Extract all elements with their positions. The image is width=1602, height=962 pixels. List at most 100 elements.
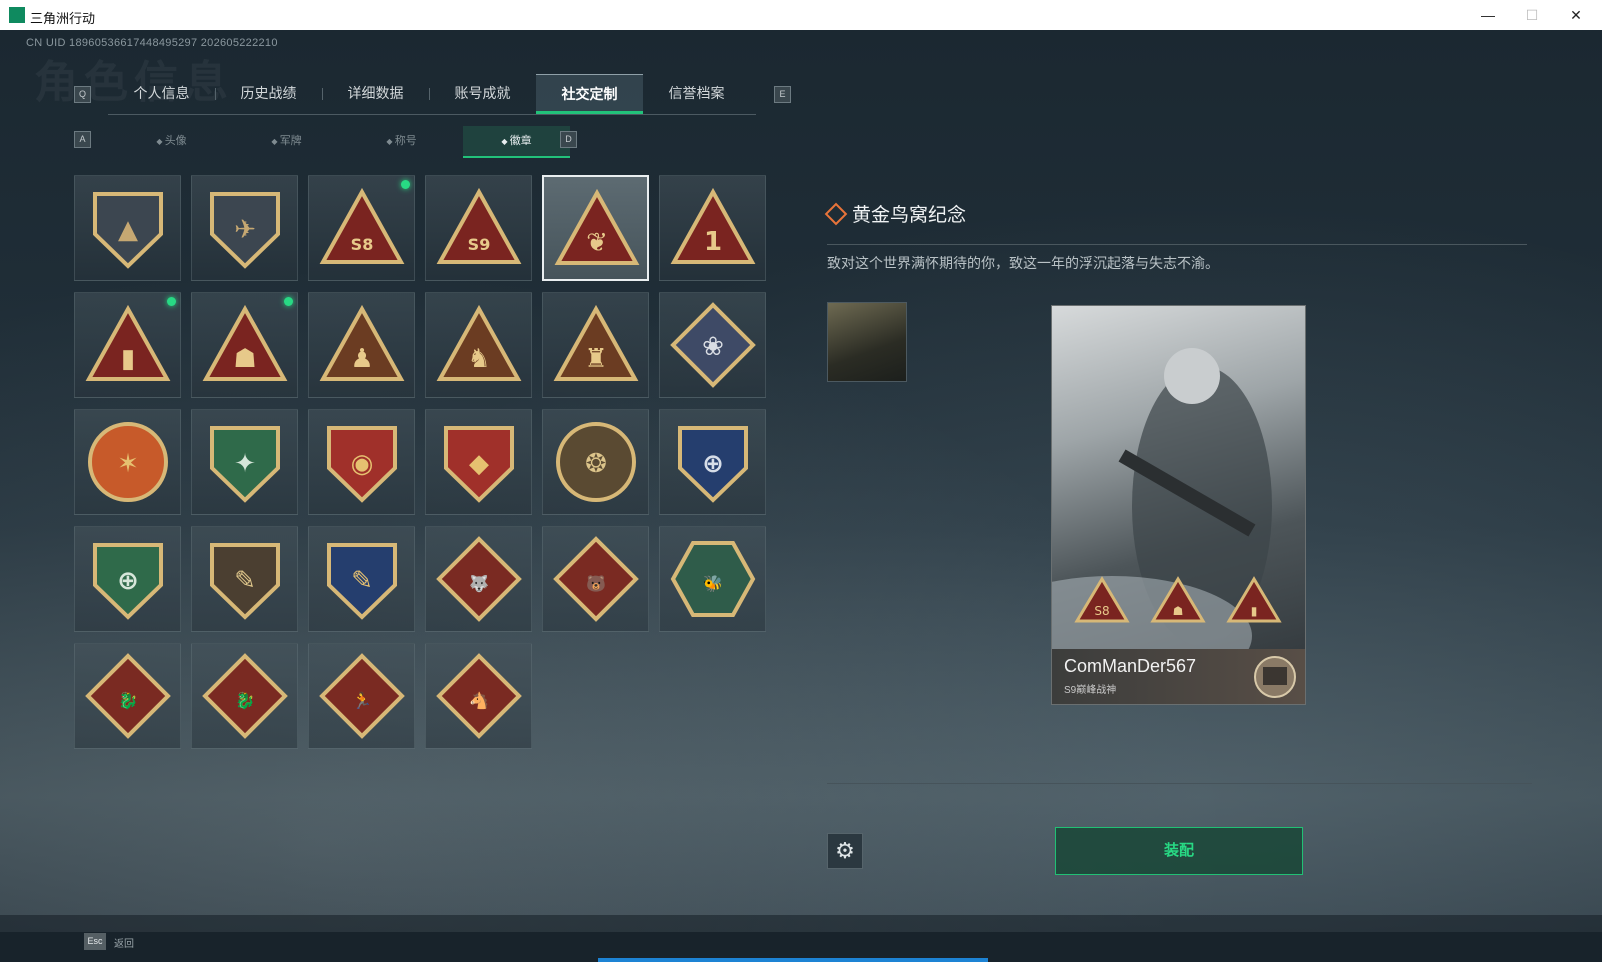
card-nameplate: ComManDer567 S9巅峰战神 — [1052, 649, 1305, 704]
badge-emblem-icon: ◆ — [444, 426, 514, 503]
badge-emblem-icon: 🏃 — [319, 653, 405, 739]
badge-emblem-icon: S8 — [319, 187, 405, 264]
badge-detail-title: 黄金鸟窝纪念 — [852, 205, 967, 226]
loading-progress-bar — [598, 958, 988, 962]
minimize-button[interactable]: — — [1466, 0, 1510, 30]
close-button[interactable]: ✕ — [1554, 0, 1598, 30]
badge-emblem-icon: 🐻 — [553, 536, 639, 622]
badge-slot[interactable]: ✎ — [308, 526, 415, 632]
badge-slot[interactable]: 🐴 — [425, 643, 532, 749]
badge-glyph: 🐉 — [235, 691, 255, 710]
badge-slot[interactable]: ❦ — [542, 175, 649, 281]
badge-slot[interactable]: ✶ — [74, 409, 181, 515]
badge-slot[interactable]: ♞ — [425, 292, 532, 398]
badge-emblem-icon: ✎ — [210, 543, 280, 620]
subtab-prev-key[interactable]: A — [74, 131, 91, 148]
card-badge-glyph: S8 — [1094, 604, 1109, 618]
badge-slot[interactable]: 🐉 — [191, 643, 298, 749]
tab-4[interactable]: 社交定制 — [536, 74, 643, 114]
badge-slot[interactable]: 🐉 — [74, 643, 181, 749]
window-title: 三角洲行动 — [30, 11, 96, 26]
badge-emblem-icon: 🐉 — [202, 653, 288, 739]
subtab-2[interactable]: ◆ 称号 — [348, 126, 455, 156]
badge-slot[interactable]: ☗ — [191, 292, 298, 398]
badge-glyph: ▲ — [118, 215, 138, 245]
badge-glyph: ⊕ — [702, 449, 724, 479]
badge-slot[interactable]: 🐝 — [659, 526, 766, 632]
badge-slot[interactable]: ♟ — [308, 292, 415, 398]
badge-glyph: ❂ — [585, 449, 607, 479]
badge-emblem-icon: ▮ — [85, 304, 171, 381]
badge-slot[interactable]: ⊕ — [659, 409, 766, 515]
maximize-button[interactable]: ☐ — [1510, 0, 1554, 30]
new-indicator-dot — [401, 180, 410, 189]
badge-glyph: 🐻 — [586, 574, 606, 593]
badge-glyph: ✈ — [234, 215, 256, 245]
new-indicator-dot — [284, 297, 293, 306]
badge-emblem-icon: ✶ — [88, 422, 168, 502]
tab-prev-key[interactable]: Q — [74, 86, 91, 103]
badge-slot[interactable]: ◆ — [425, 409, 532, 515]
subtab-3[interactable]: ◆ 徽章 — [463, 126, 570, 158]
badge-icon: ◆ — [501, 137, 510, 146]
badge-emblem-icon: 🐝 — [670, 541, 756, 617]
badge-glyph: 🏃 — [352, 691, 372, 710]
detail-divider — [827, 244, 1527, 245]
detail-diamond-icon — [824, 202, 848, 226]
tab-next-key[interactable]: E — [774, 86, 791, 103]
main-tabbar: 个人信息 历史战绩 详细数据 账号成就 社交定制 信誉档案 — [108, 74, 756, 115]
app-logo-icon — [9, 7, 25, 23]
tab-3[interactable]: 账号成就 — [429, 74, 536, 112]
badge-slot[interactable]: ◉ — [308, 409, 415, 515]
tab-5[interactable]: 信誉档案 — [643, 74, 750, 112]
card-badge-icon: S8 — [1074, 576, 1130, 623]
badge-slot[interactable]: ❂ — [542, 409, 649, 515]
badge-slot[interactable]: ▲ — [74, 175, 181, 281]
badge-glyph: ❀ — [702, 332, 724, 362]
badge-slot[interactable]: ❀ — [659, 292, 766, 398]
badge-slot[interactable]: ✦ — [191, 409, 298, 515]
badge-emblem-icon: ✈ — [210, 192, 280, 269]
badge-slot[interactable]: S8 — [308, 175, 415, 281]
subtab-label: 称号 — [394, 135, 417, 147]
badge-emblem-icon: ✎ — [327, 543, 397, 620]
settings-gear-button[interactable]: ⚙ — [827, 833, 863, 869]
badge-glyph: 🐺 — [469, 574, 489, 593]
badge-slot[interactable]: S9 — [425, 175, 532, 281]
subtab-label: 军牌 — [279, 135, 302, 147]
badge-emblem-icon: ❂ — [556, 422, 636, 502]
game-screen: 角色信息 CN UID 18960536617448495297 2026052… — [0, 30, 1602, 962]
badge-emblem-icon: ❀ — [670, 302, 756, 388]
badge-slot[interactable]: ✈ — [191, 175, 298, 281]
badge-emblem-icon: ✦ — [210, 426, 280, 503]
subtab-1[interactable]: ◆ 军牌 — [233, 126, 340, 156]
badge-slot[interactable]: ⊕ — [74, 526, 181, 632]
card-player-title: S9巅峰战神 — [1064, 685, 1117, 696]
equip-button[interactable]: 装配 — [1055, 827, 1303, 875]
badge-glyph: ❦ — [586, 228, 608, 258]
tab-0[interactable]: 个人信息 — [108, 74, 215, 112]
badge-slot[interactable]: ▮ — [74, 292, 181, 398]
badge-glyph: ▮ — [121, 344, 135, 374]
title-icon: ◆ — [386, 137, 395, 146]
card-badge-glyph: ▮ — [1251, 604, 1258, 618]
badge-slot[interactable]: ✎ — [191, 526, 298, 632]
esc-key-hint[interactable]: Esc — [84, 933, 106, 950]
badge-slot[interactable]: ♜ — [542, 292, 649, 398]
badge-glyph: ✎ — [234, 566, 256, 596]
badge-glyph: ◆ — [469, 449, 489, 479]
tab-2[interactable]: 详细数据 — [322, 74, 429, 112]
badge-slot[interactable]: 🐻 — [542, 526, 649, 632]
tab-1[interactable]: 历史战绩 — [215, 74, 322, 112]
badge-slot[interactable]: 🏃 — [308, 643, 415, 749]
badge-glyph: ♞ — [467, 344, 490, 374]
back-label[interactable]: 返回 — [114, 935, 134, 950]
badge-glyph: S9 — [468, 235, 491, 254]
subtab-next-key[interactable]: D — [560, 131, 577, 148]
badge-glyph: ⊕ — [117, 566, 139, 596]
dogtag-icon: ◆ — [271, 137, 280, 146]
card-player-name: ComManDer567 — [1064, 656, 1197, 676]
badge-slot[interactable]: 1 — [659, 175, 766, 281]
badge-slot[interactable]: 🐺 — [425, 526, 532, 632]
subtab-0[interactable]: ◆ 头像 — [118, 126, 225, 156]
